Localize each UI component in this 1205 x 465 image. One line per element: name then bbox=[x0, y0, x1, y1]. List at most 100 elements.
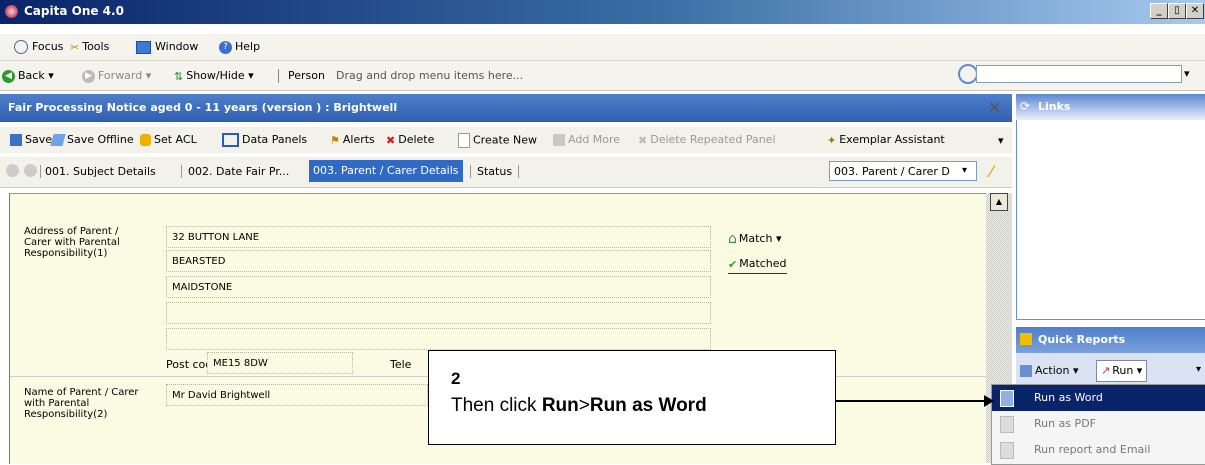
minimize-button[interactable]: _ bbox=[1150, 3, 1168, 19]
run-as-pdf-item[interactable]: Run as PDF bbox=[992, 411, 1205, 437]
save-button[interactable]: Save bbox=[10, 133, 52, 146]
menu-window[interactable]: Window bbox=[136, 40, 198, 54]
user-options-icon[interactable]: ▾ bbox=[1184, 67, 1190, 80]
lock-icon bbox=[140, 134, 151, 146]
callout-text: Then click Run>Run as Word bbox=[451, 395, 707, 417]
menu-bar: Focus ✂ Tools Window ? Help bbox=[0, 34, 1205, 61]
data-panels-label: Data Panels bbox=[242, 133, 308, 146]
tab-status[interactable]: Status bbox=[470, 165, 520, 178]
app-icon bbox=[5, 5, 18, 18]
tab-prev-icon[interactable] bbox=[6, 164, 19, 177]
save-offline-label: Save Offline bbox=[67, 133, 134, 146]
set-acl-button[interactable]: Set ACL bbox=[140, 133, 197, 146]
instruction-callout: 2 Then click Run>Run as Word bbox=[428, 350, 836, 445]
panel-overflow-icon[interactable]: ▾ bbox=[1196, 364, 1201, 375]
callout-arrowhead bbox=[984, 395, 994, 407]
form-header: Fair Processing Notice aged 0 - 11 years… bbox=[0, 94, 1012, 122]
drag-drop-hint: Drag and drop menu items here... bbox=[336, 69, 524, 82]
name-field[interactable]: Mr David Brightwell bbox=[166, 384, 428, 406]
match-button[interactable]: ⌂ Match ▾ bbox=[728, 231, 782, 247]
address-line-1[interactable]: 32 BUTTON LANE bbox=[166, 226, 711, 248]
run-as-word-item[interactable]: Run as Word bbox=[992, 385, 1205, 411]
title-bar: Capita One 4.0 _ ▯ ✕ bbox=[0, 0, 1205, 24]
tab-select[interactable]: 003. Parent / Carer D ▾ bbox=[829, 161, 977, 181]
address-line-2[interactable]: BEARSTED bbox=[166, 250, 711, 272]
window-title: Capita One 4.0 bbox=[24, 4, 124, 18]
links-title: Links bbox=[1038, 100, 1071, 113]
forward-icon: ▶ bbox=[82, 69, 95, 83]
exemplar-assistant-button[interactable]: ✦ Exemplar Assistant bbox=[827, 133, 945, 147]
window-icon bbox=[136, 40, 151, 54]
menu-tools[interactable]: ✂ Tools bbox=[70, 40, 109, 54]
back-button[interactable]: ◀ Back ▾ bbox=[2, 69, 54, 83]
action-button[interactable]: Action ▾ bbox=[1020, 364, 1078, 377]
run-label: Run bbox=[1112, 364, 1134, 377]
tab-date-fair-processing[interactable]: 002. Date Fair Pr... bbox=[181, 165, 289, 178]
checkmark-icon: ✔ bbox=[728, 257, 738, 271]
data-panels-icon bbox=[222, 133, 239, 147]
pdf-icon bbox=[1000, 416, 1014, 433]
highlighter-icon[interactable]: ⁄ bbox=[990, 162, 993, 181]
menu-window-label: Window bbox=[155, 40, 199, 53]
menu-help[interactable]: ? Help bbox=[219, 40, 260, 54]
maximize-button[interactable]: ▯ bbox=[1168, 3, 1186, 19]
alert-flag-icon: ⚑ bbox=[330, 133, 340, 147]
menu-focus-label: Focus bbox=[32, 40, 64, 53]
tab-bar: 001. Subject Details 002. Date Fair Pr..… bbox=[0, 157, 1012, 188]
save-icon bbox=[10, 134, 22, 146]
callout-arrow-line bbox=[836, 400, 988, 402]
matched-label: Matched bbox=[739, 257, 787, 270]
save-offline-button[interactable]: Save Offline bbox=[50, 133, 134, 146]
save-offline-icon bbox=[50, 134, 66, 146]
person-menu-item[interactable]: Person bbox=[288, 69, 325, 82]
name-label: Name of Parent / Carer with Parental Res… bbox=[24, 387, 139, 420]
callout-step-number: 2 bbox=[451, 369, 461, 388]
address-line-5[interactable] bbox=[166, 328, 711, 350]
add-more-label: Add More bbox=[568, 133, 621, 146]
alerts-button[interactable]: ⚑ Alerts bbox=[330, 133, 375, 147]
delete-repeated-panel-button[interactable]: ✖ Delete Repeated Panel bbox=[638, 133, 776, 147]
delete-repeated-label: Delete Repeated Panel bbox=[650, 133, 776, 146]
run-button[interactable]: ↗ Run ▾ bbox=[1096, 360, 1148, 382]
search-icon[interactable] bbox=[958, 64, 978, 84]
menu-focus[interactable]: Focus bbox=[14, 40, 63, 54]
quick-reports-icon bbox=[1020, 333, 1032, 345]
quick-reports-title: Quick Reports bbox=[1038, 333, 1126, 346]
menu-help-label: Help bbox=[235, 40, 261, 53]
run-as-word-label: Run as Word bbox=[1034, 391, 1103, 404]
add-more-button[interactable]: Add More bbox=[553, 133, 620, 146]
forward-button[interactable]: ▶ Forward ▾ bbox=[82, 69, 151, 83]
exemplar-label: Exemplar Assistant bbox=[839, 133, 945, 146]
address-line-3[interactable]: MAIDSTONE bbox=[166, 276, 711, 298]
data-panels-button[interactable]: Data Panels bbox=[222, 133, 307, 147]
tab-parent-carer-details[interactable]: 003. Parent / Carer Details bbox=[309, 160, 463, 182]
close-button[interactable]: ✕ bbox=[1186, 3, 1204, 19]
callout-prefix: Then click bbox=[451, 395, 542, 416]
search-input[interactable] bbox=[976, 65, 1182, 83]
address-label: Address of Parent / Carer with Parental … bbox=[24, 226, 120, 259]
email-report-icon bbox=[1000, 442, 1014, 459]
tab-select-value: 003. Parent / Carer D bbox=[834, 165, 950, 178]
toolbar-overflow-icon[interactable]: ▾ bbox=[998, 134, 1004, 147]
action-icon bbox=[1020, 365, 1032, 377]
show-hide-button[interactable]: ⇅ Show/Hide ▾ bbox=[174, 69, 254, 83]
tab-next-icon[interactable] bbox=[24, 164, 37, 177]
links-header: ⟳ Links bbox=[1016, 94, 1205, 120]
close-form-icon[interactable]: ✕ bbox=[988, 98, 1001, 117]
tools-icon: ✂ bbox=[70, 40, 80, 54]
scroll-up-button[interactable]: ▲ bbox=[990, 193, 1008, 211]
run-report-email-item[interactable]: Run report and Email bbox=[992, 437, 1205, 463]
create-new-button[interactable]: Create New bbox=[458, 133, 537, 148]
nav-bar: ◀ Back ▾ ▶ Forward ▾ ⇅ Show/Hide ▾ Person D… bbox=[0, 61, 1205, 91]
tab-subject-details[interactable]: 001. Subject Details bbox=[40, 165, 156, 178]
menu-tools-label: Tools bbox=[82, 40, 110, 53]
run-as-pdf-label: Run as PDF bbox=[1034, 417, 1096, 430]
delete-button[interactable]: ✖ Delete bbox=[386, 133, 434, 147]
postcode-field[interactable]: ME15 8DW bbox=[207, 352, 353, 374]
address-line-4[interactable] bbox=[166, 302, 711, 324]
quick-reports-header: Quick Reports bbox=[1016, 327, 1205, 353]
action-label: Action bbox=[1035, 364, 1070, 377]
delete-label: Delete bbox=[398, 133, 435, 146]
forward-label: Forward bbox=[98, 69, 143, 82]
run-report-email-label: Run report and Email bbox=[1034, 443, 1151, 456]
